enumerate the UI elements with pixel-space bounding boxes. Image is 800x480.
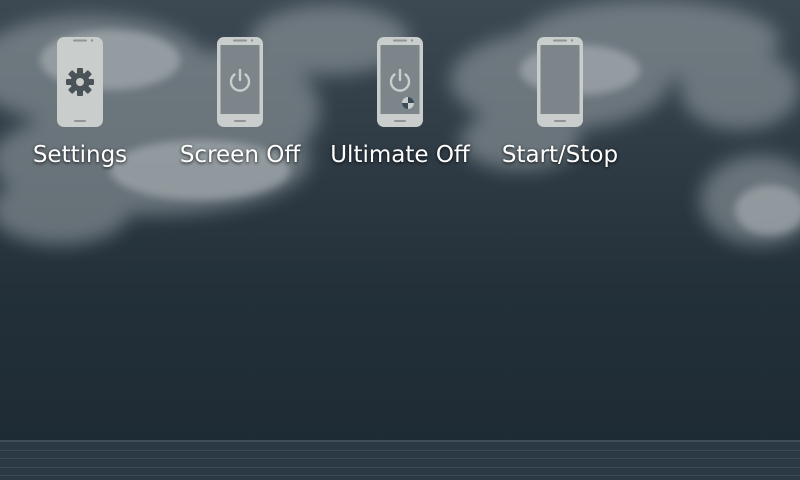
start-stop-label: Start/Stop xyxy=(501,142,619,168)
phone-settings-icon xyxy=(57,37,103,127)
ultimate-off-shortcut[interactable]: Ultimate Off xyxy=(325,36,475,176)
settings-label: Settings xyxy=(32,142,128,168)
screen-off-label: Screen Off xyxy=(179,142,301,168)
start-stop-shortcut[interactable]: Start/Stop xyxy=(485,36,635,176)
settings-shortcut[interactable]: Settings xyxy=(5,36,155,176)
ultimate-off-label: Ultimate Off xyxy=(330,142,470,168)
phone-power-icon xyxy=(217,37,263,127)
phone-power-ultimate-icon xyxy=(377,37,423,127)
phone-blank-icon xyxy=(537,37,583,127)
screen-off-shortcut[interactable]: Screen Off xyxy=(165,36,315,176)
